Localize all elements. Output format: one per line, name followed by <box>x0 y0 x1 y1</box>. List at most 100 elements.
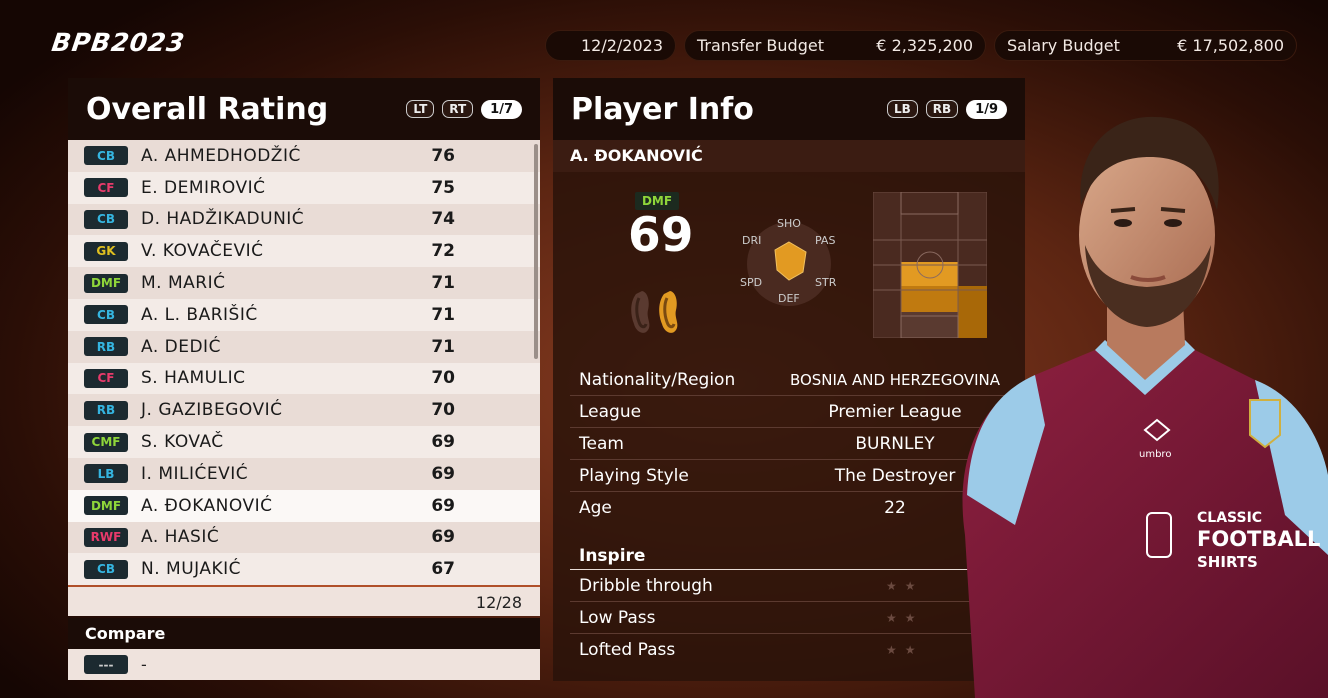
radar-label-sho: SHO <box>777 217 801 230</box>
position-badge: CB <box>84 146 128 166</box>
transfer-budget-pill: Transfer Budget € 2,325,200 <box>684 30 986 61</box>
player-name: S. HAMULIC <box>141 368 246 389</box>
position-badge: CMF <box>84 432 128 452</box>
player-name: I. MILIĆEVIĆ <box>141 463 249 484</box>
position-badge: CF <box>84 178 128 198</box>
player-list[interactable]: CB A. AHMEDHODŽIĆ 76 CF E. DEMIROVIĆ 75 CB D. H… <box>68 140 540 585</box>
player-row[interactable]: CB N. MUJAKIĆ 67 <box>68 553 540 585</box>
position-badge: LB <box>84 464 128 484</box>
player-row[interactable]: DMF A. ĐOKANOVIĆ 69 <box>68 489 540 522</box>
player-row[interactable]: RB A. DEDIĆ 71 <box>68 330 540 363</box>
position-badge: RB <box>84 337 128 357</box>
player-rating: 75 <box>431 177 455 198</box>
overall-rating-value: 69 <box>628 208 694 263</box>
player-name: S. KOVAČ <box>141 432 224 453</box>
compare-position-badge: --- <box>84 655 128 674</box>
transfer-budget-label: Transfer Budget <box>697 36 824 55</box>
player-name: N. MUJAKIĆ <box>141 559 242 580</box>
player-row[interactable]: CB A. L. BARIŠIĆ 71 <box>68 298 540 331</box>
player-rating: 71 <box>431 273 455 294</box>
player-name: A. HASIĆ <box>141 527 220 548</box>
compare-value: - <box>141 655 147 674</box>
player-rating: 70 <box>431 400 455 421</box>
game-logo: BPB2023 <box>49 28 188 57</box>
preferred-foot-icon <box>631 291 678 333</box>
player-name: A. DEDIĆ <box>141 336 221 357</box>
player-row[interactable]: CB D. HADŽIKADUNIĆ 74 <box>68 203 540 236</box>
position-badge: CB <box>84 209 128 229</box>
date-text: 12/2/2023 <box>580 36 663 55</box>
player-row[interactable]: DMF M. MARIĆ 71 <box>68 267 540 299</box>
position-badge: CF <box>84 368 128 388</box>
sort-controls: LT RT 1/7 <box>406 99 522 119</box>
overall-rating-panel: Overall Rating LT RT 1/7 CB A. AHMEDHODŽI… <box>68 78 540 680</box>
compare-row[interactable]: --- - <box>68 649 540 680</box>
page-indicator: 1/7 <box>481 99 522 119</box>
position-badge: CB <box>84 559 128 579</box>
player-row[interactable]: LB I. MILIĆEVIĆ 69 <box>68 457 540 490</box>
player-name: J. GAZIBEGOVIĆ <box>141 400 283 421</box>
radar-label-pas: PAS <box>815 234 835 247</box>
player-name: M. MARIĆ <box>141 273 226 294</box>
player-name: V. KOVAČEVIĆ <box>141 241 264 262</box>
player-name: D. HADŽIKADUNIĆ <box>141 209 305 230</box>
position-badge: GK <box>84 241 128 261</box>
player-rating: 69 <box>431 527 455 548</box>
sponsor-line-1: CLASSIC <box>1197 510 1262 526</box>
player-row[interactable]: CF S. HAMULIC 70 <box>68 362 540 395</box>
radar-label-def: DEF <box>778 292 800 305</box>
lb-button[interactable]: LB <box>886 100 918 118</box>
info-key: Age <box>579 498 612 518</box>
player-rating: 71 <box>431 304 455 325</box>
position-badge: RWF <box>84 527 128 547</box>
player-rating: 72 <box>431 241 455 262</box>
player-rating: 69 <box>431 463 455 484</box>
info-key: Playing Style <box>579 465 689 486</box>
player-rating: 69 <box>431 432 455 453</box>
radar-label-str: STR <box>815 276 837 289</box>
rt-button[interactable]: RT <box>442 100 474 118</box>
position-badge: DMF <box>84 273 128 293</box>
lt-button[interactable]: LT <box>406 100 435 118</box>
attribute-radar-chart: SHO PAS STR DEF SPD DRI <box>740 217 837 306</box>
date-pill: 12/2/2023 <box>545 30 676 61</box>
inspire-skill: Lofted Pass <box>579 640 676 660</box>
player-row[interactable]: CF E. DEMIROVIĆ 75 <box>68 171 540 204</box>
position-badge: CB <box>84 305 128 325</box>
info-key: Nationality/Region <box>579 369 736 390</box>
player-name: A. L. BARIŠIĆ <box>141 304 258 325</box>
panel-title: Overall Rating <box>86 91 329 127</box>
inspire-skill: Low Pass <box>579 607 656 628</box>
player-row[interactable]: CMF S. KOVAČ 69 <box>68 426 540 458</box>
info-key: Team <box>579 433 624 454</box>
player-rating: 74 <box>431 209 455 230</box>
position-badge: DMF <box>84 496 128 516</box>
transfer-budget-value: € 2,325,200 <box>876 36 973 55</box>
info-key: League <box>579 401 642 422</box>
player-rating: 69 <box>431 495 455 516</box>
player-row[interactable]: GK V. KOVAČEVIĆ 72 <box>68 235 540 268</box>
inspire-skill: Dribble through <box>579 575 713 596</box>
player-count: 12/28 <box>68 585 540 616</box>
radar-label-dri: DRI <box>742 234 761 247</box>
list-scrollbar[interactable] <box>534 144 538 359</box>
player-rating: 71 <box>431 336 455 357</box>
overall-rating-header: Overall Rating LT RT 1/7 <box>68 78 540 140</box>
player-row[interactable]: CB A. AHMEDHODŽIĆ 76 <box>68 140 540 172</box>
sponsor-line-2: FOOTBALL <box>1197 527 1320 551</box>
player-portrait: umbro CLASSIC FOOTBALL SHIRTS <box>962 116 1328 698</box>
player-rating: 70 <box>431 368 455 389</box>
compare-header: Compare <box>68 618 540 649</box>
salary-budget-pill: Salary Budget € 17,502,800 <box>994 30 1297 61</box>
shirt-brand-text: umbro <box>1139 449 1171 460</box>
panel-title: Player Info <box>571 91 754 127</box>
salary-budget-label: Salary Budget <box>1007 36 1120 55</box>
player-name: A. ĐOKANOVIĆ <box>141 495 273 516</box>
player-rating: 67 <box>431 559 455 580</box>
player-name: E. DEMIROVIĆ <box>141 177 266 198</box>
player-row[interactable]: RWF A. HASIĆ 69 <box>68 521 540 554</box>
player-row[interactable]: RB J. GAZIBEGOVIĆ 70 <box>68 394 540 427</box>
sponsor-line-3: SHIRTS <box>1197 553 1258 571</box>
radar-label-spd: SPD <box>740 276 762 289</box>
player-name: A. AHMEDHODŽIĆ <box>141 145 301 166</box>
